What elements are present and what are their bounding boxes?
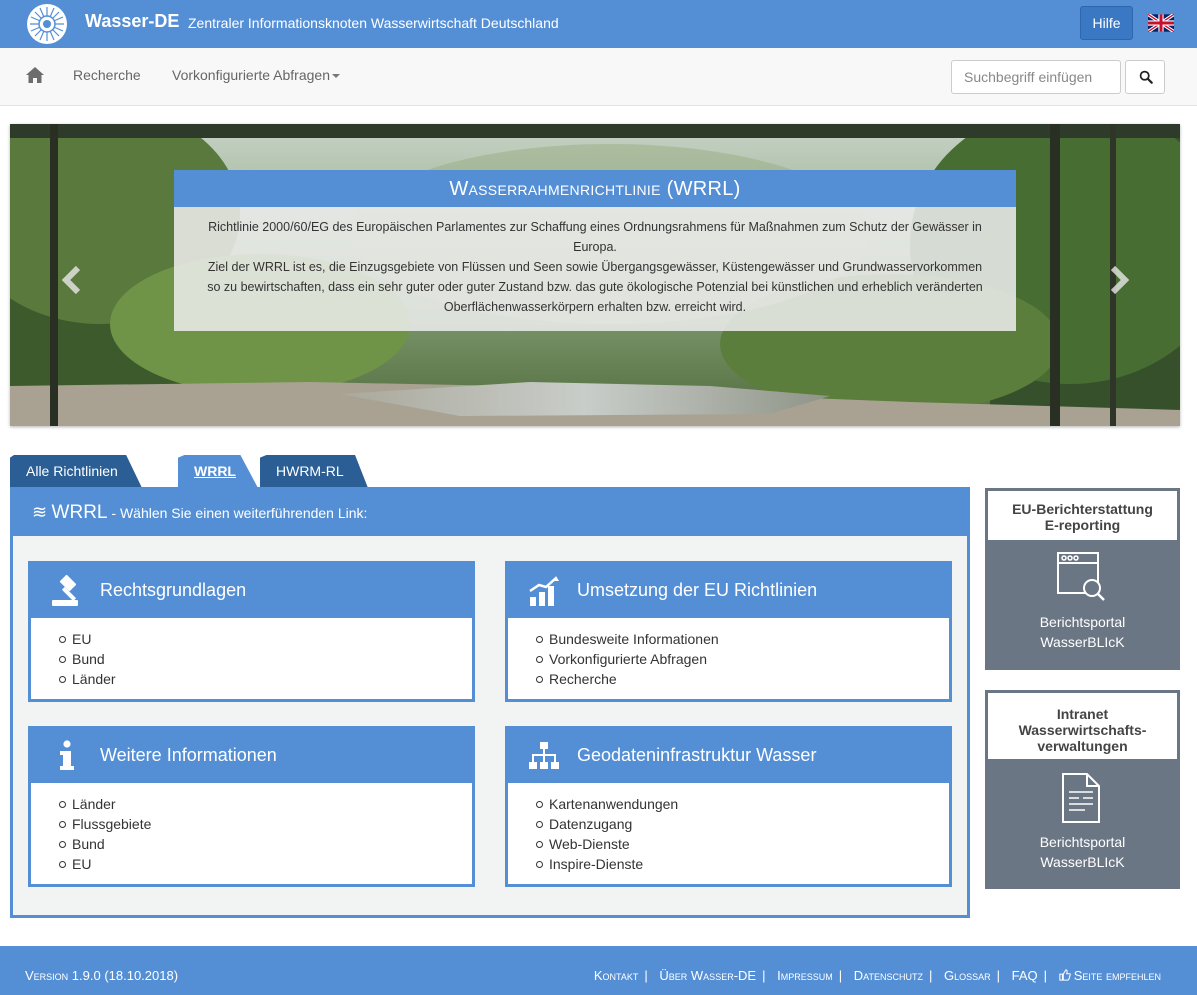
footer: Version 1.9.0 (18.10.2018) Kontakt | Über… bbox=[0, 946, 1197, 995]
card-header: Umsetzung der EU Richtlinien bbox=[508, 564, 949, 618]
link-bundesweite-informationen[interactable]: Bundesweite Informationen bbox=[536, 629, 949, 649]
link-vorkonfigurierte-abfragen[interactable]: Vorkonfigurierte Abfragen bbox=[536, 649, 949, 669]
panel-subtitle: - Wählen Sie einen weiterführenden Link: bbox=[107, 505, 368, 521]
link-web-dienste[interactable]: Web-Dienste bbox=[536, 834, 949, 854]
sitemap-icon bbox=[529, 742, 559, 769]
panel-title: WRRL bbox=[51, 502, 108, 523]
side-box-title-3: verwaltungen bbox=[1037, 738, 1128, 754]
hero-title: Wasserrahmenrichtlinie (WRRL) bbox=[174, 170, 1016, 207]
home-icon[interactable] bbox=[25, 66, 45, 84]
footer-link-datenschutz[interactable]: Datenschutz bbox=[854, 968, 923, 983]
link-bund[interactable]: Bund bbox=[59, 649, 472, 669]
footer-link-impressum[interactable]: Impressum bbox=[777, 968, 833, 983]
card-header: Geodateninfrastruktur Wasser bbox=[508, 729, 949, 783]
side-box-label: Berichtsportal WasserBLIcK bbox=[985, 832, 1180, 872]
side-box-header: Intranet Wasserwirtschafts- verwaltungen bbox=[988, 693, 1177, 759]
thumbs-up-icon bbox=[1059, 969, 1071, 981]
logo-icon[interactable] bbox=[24, 2, 70, 46]
card-link-list: Kartenanwendungen Datenzugang Web-Dienst… bbox=[508, 783, 949, 883]
card-weitere-informationen: Weitere Informationen Länder Flussgebiet… bbox=[28, 726, 475, 887]
tab-hwrm-rl[interactable]: HWRM-RL bbox=[260, 455, 368, 488]
side-box-label-1: Berichtsportal bbox=[1039, 614, 1126, 630]
card-header: Weitere Informationen bbox=[31, 729, 472, 783]
link-flussgebiete[interactable]: Flussgebiete bbox=[59, 814, 472, 834]
version-text: Version 1.9.0 (18.10.2018) bbox=[25, 968, 179, 983]
footer-link-glossar[interactable]: Glossar bbox=[944, 968, 991, 983]
tab-wrrl[interactable]: WRRL bbox=[178, 455, 258, 488]
caret-down-icon bbox=[332, 74, 340, 79]
link-datenzugang[interactable]: Datenzugang bbox=[536, 814, 949, 834]
browser-search-icon bbox=[1057, 552, 1105, 601]
nav-recherche[interactable]: Recherche bbox=[73, 67, 141, 83]
nav-vorkonfigurierte-abfragen[interactable]: Vorkonfigurierte Abfragen bbox=[172, 67, 340, 83]
top-bar: Wasser-DE Zentraler Informationsknoten W… bbox=[0, 0, 1197, 48]
document-icon bbox=[1062, 773, 1100, 823]
brand-name[interactable]: Wasser-DE bbox=[85, 11, 179, 32]
info-icon bbox=[60, 740, 74, 770]
chevron-right-icon[interactable] bbox=[1103, 262, 1133, 298]
bar-chart-icon bbox=[529, 576, 559, 606]
card-geodateninfrastruktur: Geodateninfrastruktur Wasser Kartenanwen… bbox=[505, 726, 952, 887]
link-inspire-dienste[interactable]: Inspire-Dienste bbox=[536, 854, 949, 874]
search-input[interactable] bbox=[951, 60, 1121, 94]
hero-description: Richtlinie 2000/60/EG des Europäischen P… bbox=[174, 207, 1016, 317]
tagline: Zentraler Informationsknoten Wasserwirts… bbox=[188, 15, 559, 31]
card-header: Rechtsgrundlagen bbox=[31, 564, 472, 618]
card-rechtsgrundlagen: Rechtsgrundlagen EU Bund Länder bbox=[28, 561, 475, 702]
side-box-title-2: E-reporting bbox=[1044, 517, 1121, 533]
wrrl-panel: ≋ WRRL - Wählen Sie einen weiterführende… bbox=[10, 487, 970, 918]
card-title[interactable]: Rechtsgrundlagen bbox=[100, 580, 246, 601]
tab-alle-richtlinien[interactable]: Alle Richtlinien bbox=[10, 455, 142, 488]
hero-caption: Wasserrahmenrichtlinie (WRRL) Richtlinie… bbox=[174, 170, 1016, 331]
footer-link-empfehlen-label: Seite empfehlen bbox=[1073, 968, 1161, 983]
card-title[interactable]: Umsetzung der EU Richtlinien bbox=[577, 580, 817, 601]
gavel-icon bbox=[52, 574, 78, 606]
side-box-label: Berichtsportal WasserBLIcK bbox=[985, 612, 1180, 652]
link-eu[interactable]: EU bbox=[59, 854, 472, 874]
side-box-eu-berichterstattung[interactable]: EU-Berichterstattung E-reporting Bericht… bbox=[985, 488, 1180, 670]
side-box-label-1: Berichtsportal bbox=[1039, 834, 1126, 850]
card-link-list: Bundesweite Informationen Vorkonfigurier… bbox=[508, 618, 949, 698]
search-icon bbox=[1139, 70, 1153, 84]
card-link-list: Länder Flussgebiete Bund EU bbox=[31, 783, 472, 883]
help-button[interactable]: Hilfe bbox=[1080, 6, 1133, 40]
card-title[interactable]: Geodateninfrastruktur Wasser bbox=[577, 745, 816, 766]
link-eu[interactable]: EU bbox=[59, 629, 472, 649]
side-box-header: EU-Berichterstattung E-reporting bbox=[988, 491, 1177, 540]
link-laender[interactable]: Länder bbox=[59, 794, 472, 814]
uk-flag-icon[interactable] bbox=[1148, 14, 1174, 32]
side-box-title-2: Wasserwirtschafts- bbox=[1018, 722, 1147, 738]
link-laender[interactable]: Länder bbox=[59, 669, 472, 689]
footer-link-empfehlen[interactable]: Seite empfehlen bbox=[1059, 968, 1161, 983]
footer-link-ueber[interactable]: Über Wasser-DE bbox=[659, 968, 756, 983]
nav-vorkonfigurierte-label: Vorkonfigurierte Abfragen bbox=[172, 67, 330, 83]
hero-description-1: Richtlinie 2000/60/EG des Europäischen P… bbox=[208, 220, 982, 254]
card-umsetzung: Umsetzung der EU Richtlinien Bundesweite… bbox=[505, 561, 952, 702]
footer-link-faq[interactable]: FAQ bbox=[1012, 968, 1038, 983]
footer-link-kontakt[interactable]: Kontakt bbox=[594, 968, 639, 983]
hero-carousel: Wasserrahmenrichtlinie (WRRL) Richtlinie… bbox=[10, 124, 1180, 426]
link-recherche[interactable]: Recherche bbox=[536, 669, 949, 689]
hero-description-2: Ziel der WRRL ist es, die Einzugsgebiete… bbox=[207, 260, 983, 314]
footer-links: Kontakt | Über Wasser-DE | Impressum | Date… bbox=[593, 968, 1161, 983]
link-kartenanwendungen[interactable]: Kartenanwendungen bbox=[536, 794, 949, 814]
side-box-intranet[interactable]: Intranet Wasserwirtschafts- verwaltungen… bbox=[985, 690, 1180, 889]
search-button[interactable] bbox=[1125, 60, 1165, 94]
side-box-title-1: EU-Berichterstattung bbox=[1012, 501, 1153, 517]
panel-header: ≋ WRRL - Wählen Sie einen weiterführende… bbox=[13, 490, 967, 536]
side-box-title-1: Intranet bbox=[1056, 706, 1109, 722]
waves-icon: ≋ bbox=[32, 502, 48, 522]
nav-bar: Recherche Vorkonfigurierte Abfragen bbox=[0, 48, 1197, 106]
chevron-left-icon[interactable] bbox=[58, 262, 88, 298]
link-bund[interactable]: Bund bbox=[59, 834, 472, 854]
side-box-label-2: WasserBLIcK bbox=[1040, 634, 1125, 650]
side-box-label-2: WasserBLIcK bbox=[1040, 854, 1125, 870]
card-title[interactable]: Weitere Informationen bbox=[100, 745, 277, 766]
card-link-list: EU Bund Länder bbox=[31, 618, 472, 698]
